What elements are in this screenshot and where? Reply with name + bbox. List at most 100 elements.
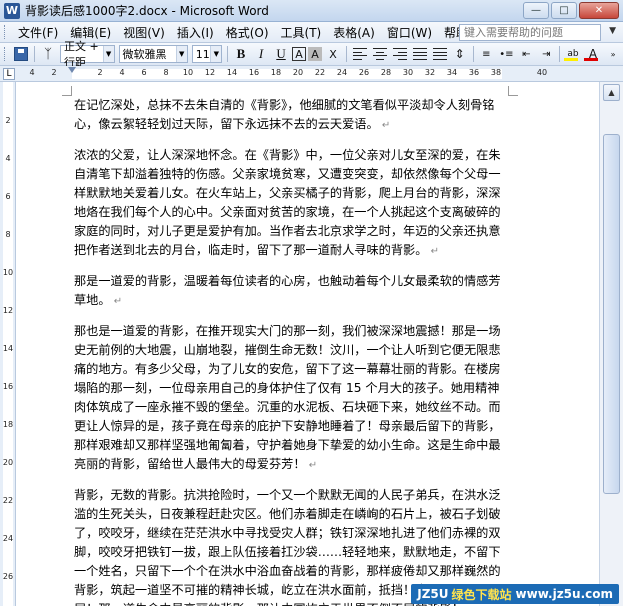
vertical-ruler[interactable]: 2 4 6 8 10 12 14 16 18 20 22 24 26 xyxy=(0,82,16,606)
paragraph-mark-icon: ↵ xyxy=(110,296,123,307)
document-body[interactable]: 在记忆深处，总抹不去朱自清的《背影》，他细腻的文笔看似平淡却令人刻骨铭心，像云絮… xyxy=(74,96,506,606)
decrease-indent-button[interactable]: ⇤ xyxy=(517,45,535,63)
toolbar-grip[interactable] xyxy=(4,47,6,61)
menu-insert[interactable]: 插入(I) xyxy=(171,24,220,41)
toolbar-options-icon[interactable]: » xyxy=(604,45,622,63)
watermark-url: www.jz5u.com xyxy=(515,587,613,601)
paragraph-mark-icon: ↵ xyxy=(305,460,318,471)
menu-file[interactable]: 文件(F) xyxy=(12,24,64,41)
scroll-up-button[interactable]: ▲ xyxy=(603,84,620,101)
horizontal-ruler[interactable]: L 4 2 2 4 6 8 10 12 14 16 18 20 22 24 26… xyxy=(0,66,623,82)
chevron-down-icon[interactable]: ▼ xyxy=(175,46,187,62)
vruler-number: 24 xyxy=(2,534,14,543)
menu-view[interactable]: 视图(V) xyxy=(117,24,171,41)
styles-pane-button[interactable]: ᛉ xyxy=(39,45,57,63)
help-search-input[interactable]: 键入需要帮助的问题 xyxy=(459,24,601,41)
minimize-button[interactable]: — xyxy=(523,2,549,19)
toolbar-separator xyxy=(472,46,474,62)
line-spacing-button[interactable]: ⇕ xyxy=(451,45,469,63)
vruler-number: 2 xyxy=(5,116,11,125)
tab-selector-icon[interactable]: L xyxy=(3,68,15,80)
numbering-button[interactable]: ≡ xyxy=(477,45,495,63)
paragraph-text: 在记忆深处，总抹不去朱自清的《背影》，他细腻的文笔看似平淡却令人刻骨铭心，像云絮… xyxy=(74,98,495,131)
ruler-number: 10 xyxy=(182,68,194,77)
menu-tools[interactable]: 工具(T) xyxy=(275,24,328,41)
menubar-grip[interactable] xyxy=(4,25,7,39)
toolbar-separator xyxy=(346,46,347,62)
formatting-toolbar: ᛉ 正文 + 行距 ▼ 微软雅黑 ▼ 11 ▼ B I U A A X ⇕ ≡ … xyxy=(0,40,623,69)
increase-indent-button[interactable]: ⇥ xyxy=(537,45,555,63)
justify-icon xyxy=(412,48,427,60)
align-left-icon xyxy=(352,48,367,60)
vruler-number: 22 xyxy=(2,496,14,505)
paragraph[interactable]: 在记忆深处，总抹不去朱自清的《背影》，他细腻的文笔看似平淡却令人刻骨铭心，像云絮… xyxy=(74,96,506,135)
paragraph-mark-icon: ↵ xyxy=(378,120,391,131)
ruler-number: 4 xyxy=(119,68,125,77)
align-center-icon xyxy=(372,48,387,60)
document-page[interactable]: 在记忆深处，总抹不去朱自清的《背影》，他细腻的文笔看似平淡却令人刻骨铭心，像云絮… xyxy=(16,82,599,606)
paragraph[interactable]: 那也是一道爱的背影，在推开现实大门的那一刻，我们被深深地震撼！那是一场史无前例的… xyxy=(74,322,506,475)
align-right-button[interactable] xyxy=(391,45,409,63)
vruler-number: 16 xyxy=(2,382,14,391)
title-bar: W 背影读后感1000字2.docx - Microsoft Word — □ … xyxy=(0,0,623,22)
paragraph-text: 那是一道爱的背影，温暖着每位读者的心房，也触动着每个儿女最柔软的情感芳草地。 xyxy=(74,274,501,307)
toolbar-separator xyxy=(227,46,229,62)
ruler-number: 32 xyxy=(424,68,436,77)
ruler-number: 4 xyxy=(29,68,35,77)
ruler-number: 2 xyxy=(51,68,57,77)
bold-button[interactable]: B xyxy=(232,45,250,63)
vruler-number: 14 xyxy=(2,344,14,353)
align-left-button[interactable] xyxy=(351,45,369,63)
vruler-number: 26 xyxy=(2,572,14,581)
font-value: 微软雅黑 xyxy=(122,48,167,61)
char-shading-button[interactable]: A xyxy=(308,47,323,61)
font-color-button[interactable]: A xyxy=(584,47,602,61)
distribute-icon xyxy=(432,48,447,60)
ruler-number: 24 xyxy=(336,68,348,77)
paragraph[interactable]: 那是一道爱的背影，温暖着每位读者的心房，也触动着每个儿女最柔软的情感芳草地。 ↵ xyxy=(74,272,506,311)
menu-window[interactable]: 窗口(W) xyxy=(381,24,438,41)
align-center-button[interactable] xyxy=(371,45,389,63)
vruler-number: 8 xyxy=(5,230,11,239)
vruler-number: 20 xyxy=(2,458,14,467)
scroll-thumb[interactable] xyxy=(603,134,620,494)
toolbar-separator xyxy=(34,46,35,62)
ruler-number: 18 xyxy=(270,68,282,77)
ruler-number: 16 xyxy=(248,68,260,77)
word-app-icon[interactable]: W xyxy=(4,2,20,19)
chevron-down-icon[interactable]: ▼ xyxy=(102,46,114,62)
paragraph-text: 浓浓的父爱，让人深深地怀念。在《背影》中，一位父亲对儿女至深的爱，在朱自清笔下却… xyxy=(74,148,501,257)
bullets-button[interactable]: •≡ xyxy=(497,45,515,63)
paragraph-text: 那也是一道爱的背影，在推开现实大门的那一刻，我们被深深地震撼！那是一场史无前例的… xyxy=(74,324,501,471)
vruler-number: 18 xyxy=(2,420,14,429)
ruler-number: 30 xyxy=(402,68,414,77)
save-button[interactable] xyxy=(12,45,30,63)
ruler-number: 40 xyxy=(536,68,548,77)
font-size-combo[interactable]: 11 ▼ xyxy=(191,45,223,63)
menu-format[interactable]: 格式(O) xyxy=(220,24,275,41)
chevron-down-icon[interactable]: ▼ xyxy=(210,46,222,62)
char-scale-button[interactable]: X xyxy=(324,45,342,63)
justify-button[interactable] xyxy=(411,45,429,63)
underline-button[interactable]: U xyxy=(272,45,290,63)
highlight-button[interactable]: ab xyxy=(564,47,582,61)
font-combo[interactable]: 微软雅黑 ▼ xyxy=(118,45,188,63)
margin-corner-mark xyxy=(508,86,518,96)
ruler-number: 28 xyxy=(380,68,392,77)
paragraph[interactable]: 浓浓的父爱，让人深深地怀念。在《背影》中，一位父亲对儿女至深的爱，在朱自清笔下却… xyxy=(74,146,506,261)
first-line-indent-marker[interactable] xyxy=(68,67,76,81)
window-title: 背影读后感1000字2.docx - Microsoft Word xyxy=(25,4,269,18)
vertical-scrollbar[interactable]: ▲ xyxy=(599,82,623,606)
menu-table[interactable]: 表格(A) xyxy=(327,24,381,41)
char-border-button[interactable]: A xyxy=(292,47,307,61)
distribute-button[interactable] xyxy=(431,45,449,63)
window-controls: — □ ✕ xyxy=(523,2,619,19)
help-dropdown-icon[interactable]: ▼ xyxy=(609,26,616,36)
italic-button[interactable]: I xyxy=(252,45,270,63)
close-button[interactable]: ✕ xyxy=(579,2,619,19)
maximize-button[interactable]: □ xyxy=(551,2,577,19)
watermark-accent: 绿色下载站 xyxy=(451,587,512,602)
watermark-prefix: JZ5U xyxy=(417,587,449,601)
style-combo[interactable]: 正文 + 行距 ▼ xyxy=(60,40,115,69)
ruler-number: 8 xyxy=(163,68,169,77)
